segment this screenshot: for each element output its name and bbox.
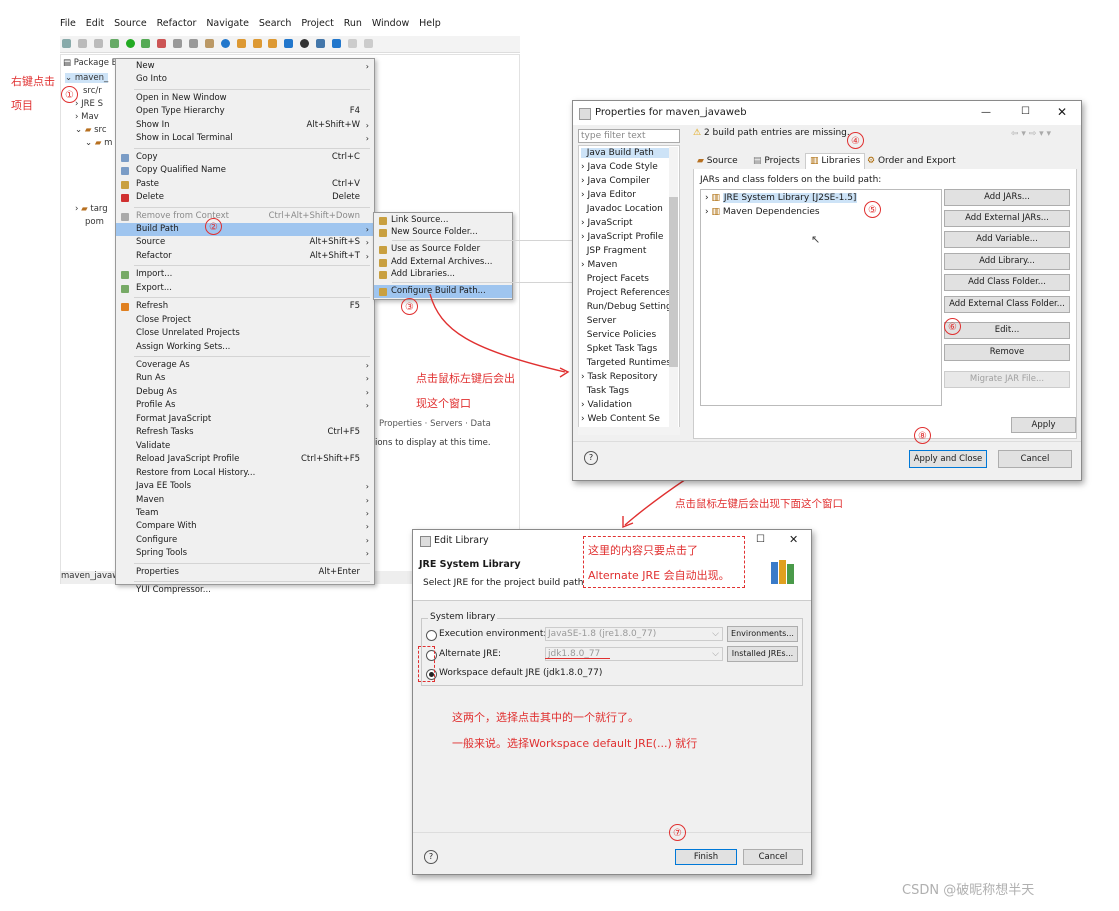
add-external-jars-button[interactable]: Add External JARs... xyxy=(944,210,1070,227)
minimize-icon[interactable]: — xyxy=(981,107,991,118)
annotation-after-click: 点击鼠标左键后会出 xyxy=(416,372,515,385)
nav-item-project-references[interactable]: Project References xyxy=(581,288,673,298)
note-line-2: Alternate JRE 会自动出现。 xyxy=(588,569,730,582)
nav-hscrollbar[interactable] xyxy=(578,427,680,435)
watermark: CSDN @破昵称想半天 xyxy=(902,883,1035,898)
note-line-1: 这里的内容只要点击了 xyxy=(588,544,698,557)
step-marker-5: ⑤ xyxy=(864,201,881,218)
annotation-choose-one: 这两个，选择点击其中的一个就行了。 xyxy=(452,711,639,724)
help-icon[interactable]: ? xyxy=(584,451,598,465)
step-marker-4: ④ xyxy=(847,132,864,149)
nav-scrollbar[interactable] xyxy=(669,147,678,432)
apply-button[interactable]: Apply xyxy=(1011,417,1076,433)
window-icon xyxy=(420,536,431,547)
radio-execution-environment[interactable] xyxy=(426,630,437,641)
filter-input[interactable]: type filter text xyxy=(578,129,680,143)
step-marker-6: ⑥ xyxy=(944,318,961,335)
window-icon xyxy=(579,108,591,120)
nav-item-task-tags[interactable]: Task Tags xyxy=(581,386,673,396)
mouse-cursor-icon: ↖ xyxy=(811,233,821,246)
dialog-description: Select JRE for the project build path. xyxy=(423,578,587,588)
close-icon[interactable]: ✕ xyxy=(1057,105,1067,119)
divider xyxy=(413,600,811,601)
nav-item-java-build-path[interactable]: Java Build Path xyxy=(581,148,673,158)
workspace-default-jre-label: Workspace default JRE (jdk1.8.0_77) xyxy=(439,668,603,678)
nav-item-maven[interactable]: › Maven xyxy=(581,260,673,270)
list-item[interactable]: › ▥ JRE System Library [J2SE-1.5] xyxy=(705,193,858,203)
annotation-window-appears: 现这个窗口 xyxy=(416,397,471,410)
arrow-head xyxy=(559,367,570,378)
add-jars-button[interactable]: Add JARs... xyxy=(944,189,1070,206)
help-icon[interactable]: ? xyxy=(424,850,438,864)
nav-item-task-repository[interactable]: › Task Repository xyxy=(581,372,673,382)
library-books-icon xyxy=(769,558,799,586)
group-label: System library xyxy=(428,612,498,622)
cancel-button[interactable]: Cancel xyxy=(743,849,803,865)
jre-underline xyxy=(545,658,610,659)
maximize-icon[interactable]: ☐ xyxy=(756,534,765,545)
step-marker-8: ⑧ xyxy=(914,427,931,444)
nav-item-java-compiler[interactable]: › Java Compiler xyxy=(581,176,673,186)
tab-libraries[interactable]: ▥ Libraries xyxy=(805,153,866,169)
alternate-jre-label: Alternate JRE: xyxy=(439,649,502,659)
nav-item-targeted-runtimes[interactable]: Targeted Runtimes xyxy=(581,358,673,368)
nav-item-java-code-style[interactable]: › Java Code Style xyxy=(581,162,673,172)
remove-button[interactable]: Remove xyxy=(944,344,1070,361)
divider xyxy=(413,832,811,833)
system-library-group: System library Execution environment: Ja… xyxy=(421,612,803,686)
build-path-tabs: ▰ Source ▤ Projects ▥ Libraries ⚙ Order … xyxy=(693,153,1077,170)
list-label: JARs and class folders on the build path… xyxy=(700,175,882,185)
add-external-class-folder-button[interactable]: Add External Class Folder... xyxy=(944,296,1070,313)
installed-jres-button[interactable]: Installed JREs... xyxy=(727,646,798,662)
nav-item-run-debug-settings[interactable]: Run/Debug Settings xyxy=(581,302,677,312)
divider xyxy=(573,441,1081,442)
tab-projects[interactable]: ▤ Projects xyxy=(753,156,800,166)
step-marker-7: ⑦ xyxy=(669,824,686,841)
nav-item-javascript-profile[interactable]: › JavaScript Profile xyxy=(581,232,673,242)
arrow-to-properties xyxy=(429,293,566,373)
migrate-jar-button[interactable]: Migrate JAR File... xyxy=(944,371,1070,388)
maximize-icon[interactable]: ☐ xyxy=(1021,106,1030,117)
annotation-note-box: 这里的内容只要点击了 Alternate JRE 会自动出现。 xyxy=(583,536,745,588)
arrow-head xyxy=(622,516,634,529)
nav-item-validation[interactable]: › Validation xyxy=(581,400,673,410)
edit-button[interactable]: Edit... xyxy=(944,322,1070,339)
list-item[interactable]: › ▥ Maven Dependencies xyxy=(705,207,820,217)
annotation-generally: 一般来说。选择Workspace default JRE(...) 就行 xyxy=(452,737,698,750)
nav-item-project-facets[interactable]: Project Facets xyxy=(581,274,673,284)
tab-source[interactable]: ▰ Source xyxy=(697,156,738,166)
radio-highlight-box xyxy=(418,646,435,682)
properties-title: Properties for maven_javaweb xyxy=(595,107,747,118)
properties-nav-tree: Java Build Path › Java Code Style › Java C… xyxy=(578,145,680,435)
add-library-button[interactable]: Add Library... xyxy=(944,253,1070,270)
properties-titlebar: Properties for maven_javaweb — ☐ ✕ xyxy=(573,101,1081,125)
nav-item-jsp-fragment[interactable]: JSP Fragment xyxy=(581,246,673,256)
tab-order-export[interactable]: ⚙ Order and Export xyxy=(867,156,956,166)
nav-item-server[interactable]: Server xyxy=(581,316,673,326)
nav-item-web-content-se[interactable]: › Web Content Se xyxy=(581,414,673,424)
finish-button[interactable]: Finish xyxy=(675,849,737,865)
nav-item-javascript[interactable]: › JavaScript xyxy=(581,218,673,228)
environments-button[interactable]: Environments... xyxy=(727,626,798,642)
nav-item-javadoc-location[interactable]: Javadoc Location xyxy=(581,204,673,214)
build-path-warning: ⚠ 2 build path entries are missing. xyxy=(693,128,850,138)
dialog-title: Edit Library xyxy=(434,535,489,546)
nav-item-java-editor[interactable]: › Java Editor xyxy=(581,190,673,200)
nav-history-icons[interactable]: ⇦ ▾ ⇨ ▾ ▾ xyxy=(1011,129,1051,139)
bg-edge xyxy=(404,605,412,805)
add-variable-button[interactable]: Add Variable... xyxy=(944,231,1070,248)
apply-and-close-button[interactable]: Apply and Close xyxy=(909,450,987,468)
classpath-list[interactable]: › ▥ JRE System Library [J2SE-1.5] › ▥ Ma… xyxy=(700,189,942,406)
warning-icon: ⚠ xyxy=(693,128,702,138)
cancel-button[interactable]: Cancel xyxy=(998,450,1072,468)
annotation-after-click-below: 点击鼠标左键后会出现下面这个窗口 xyxy=(675,498,843,510)
properties-window: Properties for maven_javaweb — ☐ ✕ type … xyxy=(572,100,1082,481)
nav-item-service-policies[interactable]: Service Policies xyxy=(581,330,673,340)
close-icon[interactable]: ✕ xyxy=(789,533,798,546)
execution-environment-select[interactable]: JavaSE-1.8 (jre1.8.0_77) ⌵ xyxy=(545,627,723,641)
execution-environment-label: Execution environment: xyxy=(439,629,547,639)
add-class-folder-button[interactable]: Add Class Folder... xyxy=(944,274,1070,291)
dialog-heading: JRE System Library xyxy=(419,559,521,570)
nav-item-spket-task-tags[interactable]: Spket Task Tags xyxy=(581,344,673,354)
